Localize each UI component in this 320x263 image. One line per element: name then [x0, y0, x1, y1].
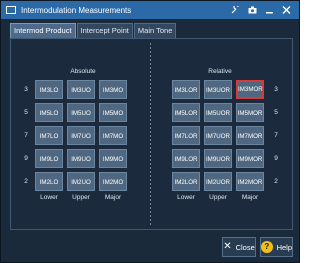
help-label: Help: [276, 242, 292, 252]
row-label: 7: [274, 132, 278, 139]
title-bar: Intermodulation Measurements: [1, 1, 299, 19]
row-label: 5: [274, 109, 278, 116]
close-x-icon: ✕: [223, 241, 232, 252]
intermod-product-panel: Absolute 3 5 7 9 2 IM3LO IM3UO IM3MO IM5…: [10, 38, 293, 230]
dialog-window: Intermodulation Measurements Intermod Pr…: [0, 0, 300, 263]
im5lor-button[interactable]: IM5LOR: [172, 103, 200, 122]
im2lor-button[interactable]: IM2LOR: [172, 172, 200, 191]
minimize-icon[interactable]: [265, 6, 274, 14]
im9lor-button[interactable]: IM9LOR: [172, 149, 200, 168]
im5uo-button[interactable]: IM5UO: [67, 103, 95, 122]
column-label-upper: Upper: [209, 194, 227, 201]
group-divider: [150, 43, 151, 227]
absolute-row-labels: 3 5 7 9 2: [21, 80, 31, 195]
im5lo-button[interactable]: IM5LO: [35, 103, 63, 122]
im3mo-button[interactable]: IM3MO: [99, 80, 127, 99]
im9mo-button[interactable]: IM9MO: [99, 149, 127, 168]
help-icon: ?: [261, 241, 273, 253]
tab-intermod-product[interactable]: Intermod Product: [10, 23, 76, 39]
tab-intercept-point[interactable]: Intercept Point: [76, 23, 133, 39]
im2uor-button[interactable]: IM2UOR: [204, 172, 232, 191]
relative-button-grid: IM3LOR IM3UOR IM3MOR IM5LOR IM5UOR IM5MO…: [172, 80, 264, 191]
im3uo-button[interactable]: IM3UO: [67, 80, 95, 99]
im2lo-button[interactable]: IM2LO: [35, 172, 63, 191]
row-label: 9: [274, 155, 278, 162]
im9lo-button[interactable]: IM9LO: [35, 149, 63, 168]
relative-column-labels: Lower Upper Major: [172, 194, 264, 201]
im2uo-button[interactable]: IM2UO: [67, 172, 95, 191]
close-label: Close: [235, 242, 255, 252]
row-label: 9: [24, 155, 28, 162]
close-icon[interactable]: [282, 6, 291, 14]
absolute-title: Absolute: [70, 68, 96, 75]
im5mo-button[interactable]: IM5MO: [99, 103, 127, 122]
column-label-major: Major: [241, 194, 259, 201]
im9uor-button[interactable]: IM9UOR: [204, 149, 232, 168]
row-label: 5: [24, 109, 28, 116]
im5uor-button[interactable]: IM5UOR: [204, 103, 232, 122]
im5mor-button[interactable]: IM5MOR: [236, 103, 264, 122]
im9uo-button[interactable]: IM9UO: [67, 149, 95, 168]
close-button[interactable]: ✕ Close: [222, 237, 256, 257]
im9mor-button[interactable]: IM9MOR: [236, 149, 264, 168]
absolute-button-grid: IM3LO IM3UO IM3MO IM5LO IM5UO IM5MO IM7L…: [35, 80, 127, 191]
tab-bar: Intermod Product Intercept Point Main To…: [10, 23, 177, 39]
camera-icon[interactable]: [248, 6, 257, 14]
row-label: 3: [24, 86, 28, 93]
wrench-icon[interactable]: [231, 6, 240, 14]
row-label: 3: [274, 86, 278, 93]
im7lor-button[interactable]: IM7LOR: [172, 126, 200, 145]
tab-main-tone[interactable]: Main Tone: [133, 23, 177, 39]
im3lo-button[interactable]: IM3LO: [35, 80, 63, 99]
im3lor-button[interactable]: IM3LOR: [172, 80, 200, 99]
column-label-lower: Lower: [40, 194, 58, 201]
window-icon: [6, 6, 16, 14]
column-label-lower: Lower: [177, 194, 195, 201]
relative-title: Relative: [208, 68, 232, 75]
im7uo-button[interactable]: IM7UO: [67, 126, 95, 145]
dialog-footer: ✕ Close ? Help: [1, 233, 299, 261]
window-title: Intermodulation Measurements: [21, 5, 132, 15]
im7uor-button[interactable]: IM7UOR: [204, 126, 232, 145]
im7lo-button[interactable]: IM7LO: [35, 126, 63, 145]
im7mor-button[interactable]: IM7MOR: [236, 126, 264, 145]
absolute-column-labels: Lower Upper Major: [35, 194, 127, 201]
row-label: 7: [24, 132, 28, 139]
im2mo-button[interactable]: IM2MO: [99, 172, 127, 191]
column-label-major: Major: [104, 194, 122, 201]
im7mo-button[interactable]: IM7MO: [99, 126, 127, 145]
im3uor-button[interactable]: IM3UOR: [204, 80, 232, 99]
im3mor-button[interactable]: IM3MOR: [236, 80, 264, 99]
help-button[interactable]: ? Help: [260, 237, 293, 257]
row-label: 2: [274, 178, 278, 185]
column-label-upper: Upper: [72, 194, 90, 201]
im2mor-button[interactable]: IM2MOR: [236, 172, 264, 191]
relative-row-labels: 3 5 7 9 2: [271, 80, 281, 195]
row-label: 2: [24, 178, 28, 185]
